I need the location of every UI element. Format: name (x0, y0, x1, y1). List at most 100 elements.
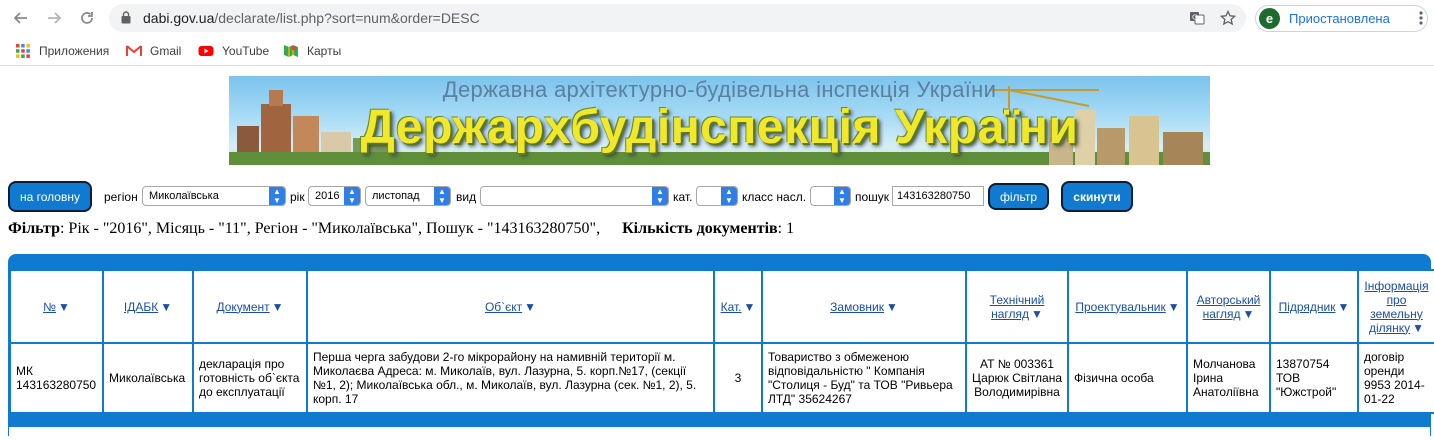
home-button[interactable]: на головну (8, 181, 92, 212)
bookmark-youtube[interactable]: YouTube (198, 43, 269, 59)
search-input[interactable]: 143163280750 (892, 186, 984, 206)
chevron-up-down-icon: ▲ ▼ (269, 187, 285, 205)
page-content: Державна архітектурно-будівельна інспекц… (0, 66, 1434, 440)
scrollbar[interactable] (1428, 36, 1434, 66)
declarations-table-container: № ▼ ІДАБК ▼ Документ ▼ Об`єкт ▼ Кат. ▼ Замовн… (8, 254, 1434, 436)
cell-document: декларація про готовність об`єкта до екс… (194, 344, 306, 412)
bookmark-gmail[interactable]: Gmail (126, 43, 181, 59)
type-label: вид (456, 190, 477, 204)
bookmark-label: Приложения (39, 44, 110, 58)
document-count-label: Кількість документів (622, 220, 778, 237)
bookmark-label: YouTube (222, 44, 270, 58)
column-header-technical-supervision[interactable]: Технічний нагляд ▼ (967, 271, 1067, 342)
bookmark-apps[interactable]: Приложения (15, 43, 109, 59)
filter-button[interactable]: фільтр (988, 183, 1049, 210)
gmail-icon (126, 45, 142, 56)
month-select-value: листопад (372, 190, 420, 202)
column-header-number[interactable]: № ▼ (11, 271, 102, 342)
class-select[interactable]: ▲ ▼ (810, 186, 851, 206)
column-header-author-supervision[interactable]: Авторський нагляд ▼ (1188, 271, 1269, 342)
address-bar[interactable]: dabi.gov.ua/declarate/list.php?sort=num&… (109, 4, 1246, 32)
apps-grid-icon (16, 44, 30, 58)
cell-category: 3 (715, 344, 761, 412)
star-icon[interactable] (1220, 10, 1236, 26)
maps-icon (284, 45, 298, 57)
chevron-up-down-icon: ▲ ▼ (652, 187, 668, 205)
cell-author-supervision: Молчанова Ірина Анатоліївна (1188, 344, 1269, 412)
category-select[interactable]: ▲ ▼ (696, 186, 738, 206)
translate-icon[interactable]: G (1189, 10, 1205, 26)
reset-button[interactable]: скинути (1061, 181, 1133, 212)
cell-customer: Товариство з обмеженою відповідальністю … (763, 344, 965, 412)
year-label: рік (290, 190, 305, 204)
bookmark-label: Gmail (150, 44, 182, 58)
table-header-row: № ▼ ІДАБК ▼ Документ ▼ Об`єкт ▼ Кат. ▼ Замовн… (11, 271, 1434, 342)
region-select-value: Миколаївська (149, 190, 219, 202)
region-label: регіон (104, 190, 138, 204)
sort-triangle-icon: ▼ (1337, 299, 1350, 314)
lock-icon[interactable] (121, 11, 131, 24)
bookmark-label: Карты (307, 44, 342, 58)
column-header-customer[interactable]: Замовник ▼ (763, 271, 965, 342)
bookmarks-bar: Приложения Gmail YouTube Карты (0, 36, 1434, 66)
youtube-icon (198, 46, 214, 56)
declarations-table: № ▼ ІДАБК ▼ Документ ▼ Об`єкт ▼ Кат. ▼ Замовн… (9, 269, 1434, 414)
reload-icon[interactable] (76, 7, 98, 29)
bookmark-maps[interactable]: Карты (283, 43, 341, 59)
cell-object: Перша черга забудови 2-го мікрорайону на… (308, 344, 713, 412)
profile-status-label: Приостановлена (1289, 11, 1390, 26)
chevron-up-down-icon: ▲ ▼ (344, 187, 360, 205)
url-text: dabi.gov.ua/declarate/list.php?sort=num&… (143, 10, 480, 26)
class-label: класс насл. (742, 190, 807, 204)
more-menu-icon[interactable] (1410, 7, 1432, 29)
svg-text:G: G (1192, 14, 1197, 22)
sort-triangle-icon: ▼ (160, 299, 173, 314)
column-header-idabk[interactable]: ІДАБК ▼ (104, 271, 192, 342)
chevron-up-down-icon: ▲ ▼ (721, 187, 737, 205)
chevron-up-down-icon: ▲ ▼ (434, 187, 450, 205)
browser-toolbar: dabi.gov.ua/declarate/list.php?sort=num&… (0, 0, 1434, 36)
filter-bar: на головну регіон Миколаївська ▲ ▼ рік 20… (0, 179, 1434, 213)
avatar: e (1259, 8, 1280, 29)
sort-triangle-icon: ▼ (57, 299, 70, 314)
cell-technical-supervision: АТ № 003361 Царюк Світлана Володимирівна (967, 344, 1067, 412)
sort-triangle-icon: ▼ (271, 299, 284, 314)
forward-arrow-icon[interactable] (43, 7, 65, 29)
sort-triangle-icon: ▼ (1167, 299, 1180, 314)
column-header-contractor[interactable]: Підрядник ▼ (1271, 271, 1357, 342)
month-select[interactable]: листопад ▲ ▼ (365, 186, 451, 206)
cell-contractor: 13870754 ТОВ "Южстрой" (1271, 344, 1357, 412)
sort-triangle-icon: ▼ (1031, 306, 1043, 321)
chevron-up-down-icon: ▲ ▼ (834, 187, 850, 205)
banner-title: Держархбудінспекція України (360, 101, 1079, 154)
site-banner: Державна архітектурно-будівельна інспекц… (229, 76, 1210, 165)
sort-triangle-icon: ▼ (524, 299, 537, 314)
cell-designer: Фізична особа (1069, 344, 1186, 412)
column-header-object[interactable]: Об`єкт ▼ (308, 271, 713, 342)
sort-triangle-icon: ▼ (743, 299, 756, 314)
search-label: пошук (855, 190, 890, 204)
column-header-land-info[interactable]: Інформація про земельну ділянку ▼ (1359, 271, 1434, 342)
region-select[interactable]: Миколаївська ▲ ▼ (142, 186, 286, 206)
cell-idabk: Миколаївська (104, 344, 192, 412)
cell-number: МК 143163280750 (11, 344, 102, 412)
document-count-value: : 1 (777, 220, 795, 237)
column-header-document[interactable]: Документ ▼ (194, 271, 306, 342)
profile-button[interactable]: e Приостановлена (1255, 5, 1428, 32)
column-header-category[interactable]: Кат. ▼ (715, 271, 761, 342)
type-select[interactable]: ▲ ▼ (480, 186, 669, 206)
filter-summary-label: Фільтр (8, 220, 60, 237)
filter-summary: Фільтр: Рік - "2016", Місяць - "11", Рег… (8, 220, 794, 238)
year-select-value: 2016 (315, 190, 340, 202)
year-select[interactable]: 2016 ▲ ▼ (308, 186, 361, 206)
column-header-designer[interactable]: Проектувальник ▼ (1069, 271, 1186, 342)
cell-land-info: договір оренди 9953 2014-01-22 (1359, 344, 1434, 412)
category-label: кат. (673, 190, 693, 204)
sort-triangle-icon: ▼ (1412, 320, 1425, 335)
sort-triangle-icon: ▼ (1242, 306, 1255, 321)
sort-triangle-icon: ▼ (885, 299, 898, 314)
filter-summary-text: : Рік - "2016", Місяць - "11", Регіон - … (59, 220, 601, 237)
back-arrow-icon[interactable] (10, 7, 32, 29)
table-row: МК 143163280750 Миколаївська декларація … (11, 344, 1434, 412)
table-footer (8, 426, 1431, 436)
